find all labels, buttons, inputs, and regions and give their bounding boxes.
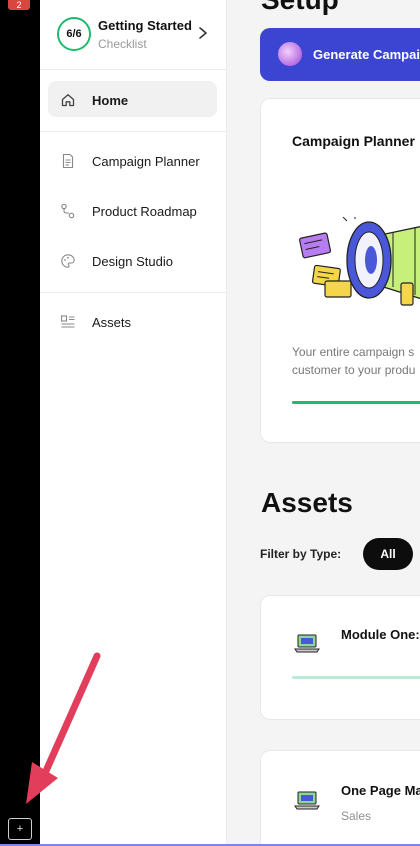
card-description-line: customer to your produ bbox=[292, 363, 416, 377]
palette-icon bbox=[61, 254, 75, 268]
sidebar-item-campaign-planner[interactable]: Campaign Planner bbox=[48, 143, 217, 179]
sidebar-item-label: Campaign Planner bbox=[92, 153, 200, 169]
sidebar-divider bbox=[40, 292, 227, 293]
page-title: Setup bbox=[261, 0, 339, 16]
sidebar-item-label: Home bbox=[92, 93, 129, 108]
sidebar: 6/6 Getting Started Checklist Home Campa… bbox=[40, 0, 227, 846]
megaphone-illustration bbox=[299, 217, 420, 306]
asset-name: Module One: bbox=[341, 627, 420, 642]
checklist-title: Getting Started bbox=[98, 18, 192, 33]
generate-campaign-label: Generate Campaign bbox=[313, 47, 420, 62]
checklist-progress-ring: 6/6 bbox=[57, 17, 91, 51]
document-icon bbox=[62, 153, 74, 169]
sidebar-item-product-roadmap[interactable]: Product Roadmap bbox=[48, 193, 217, 229]
generate-campaign-button[interactable]: Generate Campaign bbox=[260, 28, 420, 81]
main-content: Setup Generate Campaign Campaign Planner bbox=[227, 0, 420, 846]
getting-started-checklist[interactable]: 6/6 Getting Started Checklist bbox=[40, 0, 226, 70]
notification-badge: 2 bbox=[8, 0, 30, 10]
sidebar-divider bbox=[40, 131, 227, 132]
assets-icon bbox=[60, 315, 75, 328]
home-icon bbox=[61, 94, 75, 107]
card-progress-bar bbox=[292, 401, 420, 404]
asset-card[interactable]: Module One: bbox=[260, 595, 420, 720]
filter-label: Filter by Type: bbox=[260, 547, 342, 561]
campaign-planner-card[interactable]: Campaign Planner Your entire campaign s … bbox=[260, 98, 420, 443]
add-button[interactable]: + bbox=[8, 818, 32, 840]
sidebar-item-design-studio[interactable]: Design Studio bbox=[48, 243, 217, 279]
filter-all-pill[interactable]: All bbox=[363, 538, 413, 570]
card-description: Your entire campaign s customer to your … bbox=[292, 343, 420, 379]
asset-progress-bar bbox=[292, 676, 420, 679]
chevron-right-icon bbox=[199, 27, 207, 39]
asset-card[interactable]: One Page Ma Sales bbox=[260, 750, 420, 846]
sidebar-item-label: Design Studio bbox=[92, 253, 173, 269]
asset-name: One Page Ma bbox=[341, 783, 420, 798]
sidebar-item-label: Product Roadmap bbox=[92, 203, 197, 219]
assets-heading: Assets bbox=[261, 487, 353, 518]
laptop-icon bbox=[294, 634, 320, 653]
checklist-subtitle: Checklist bbox=[98, 37, 147, 51]
left-rail: 2 + bbox=[0, 0, 40, 846]
asset-category: Sales bbox=[341, 809, 372, 823]
card-description-line: Your entire campaign s bbox=[292, 345, 415, 359]
card-title: Campaign Planner bbox=[292, 133, 415, 149]
laptop-icon bbox=[294, 791, 320, 810]
sidebar-item-label: Assets bbox=[92, 314, 132, 330]
ai-orb-icon bbox=[278, 42, 302, 66]
roadmap-icon bbox=[61, 203, 75, 219]
sidebar-item-assets[interactable]: Assets bbox=[48, 304, 217, 340]
sidebar-item-home[interactable]: Home bbox=[48, 81, 217, 117]
